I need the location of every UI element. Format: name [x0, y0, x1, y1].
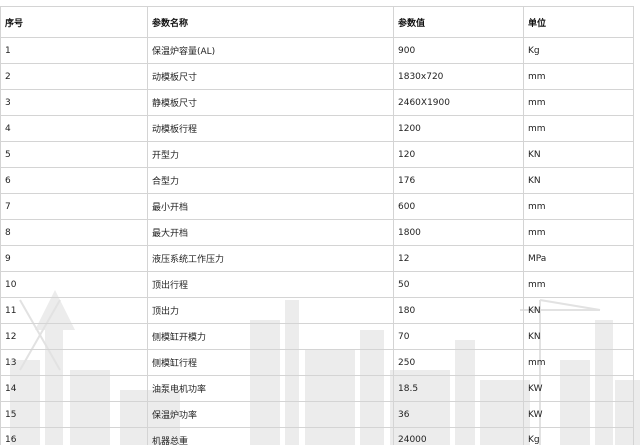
cell-parameter-value: 900 — [393, 37, 524, 64]
cell-parameter-value: 24000 — [393, 427, 524, 445]
cell-parameter-value: 2460X1900 — [393, 89, 524, 116]
cell-parameter-name: 开型力 — [147, 141, 394, 168]
cell-parameter-value: 12 — [393, 245, 524, 272]
cell-parameter-name: 动模板行程 — [147, 115, 394, 142]
cell-unit: mm — [523, 219, 634, 246]
cell-parameter-name: 最小开档 — [147, 193, 394, 220]
cell-parameter-value: 1200 — [393, 115, 524, 142]
cell-parameter-name: 侧模缸开模力 — [147, 323, 394, 350]
cell-parameter-value: 18.5 — [393, 375, 524, 402]
cell-unit: KW — [523, 375, 634, 402]
cell-unit: KN — [523, 167, 634, 194]
cell-parameter-value: 50 — [393, 271, 524, 298]
cell-index: 12 — [0, 323, 148, 350]
cell-parameter-name: 侧模缸行程 — [147, 349, 394, 376]
cell-parameter-name: 保温炉容量(AL) — [147, 37, 394, 64]
table-row: 1 保温炉容量(AL) 900 Kg — [0, 37, 634, 64]
cell-parameter-name: 最大开档 — [147, 219, 394, 246]
cell-parameter-name: 保温炉功率 — [147, 401, 394, 428]
cell-parameter-value: 600 — [393, 193, 524, 220]
table-row: 12 侧模缸开模力 70 KN — [0, 323, 634, 350]
cell-unit: KN — [523, 297, 634, 324]
cell-index: 3 — [0, 89, 148, 116]
cell-index: 9 — [0, 245, 148, 272]
cell-index: 10 — [0, 271, 148, 298]
cell-unit: Kg — [523, 427, 634, 445]
cell-unit: mm — [523, 349, 634, 376]
table-row: 8 最大开档 1800 mm — [0, 219, 634, 246]
table-row: 13 侧模缸行程 250 mm — [0, 349, 634, 376]
cell-parameter-value: 36 — [393, 401, 524, 428]
cell-unit: mm — [523, 193, 634, 220]
cell-index: 1 — [0, 37, 148, 64]
cell-parameter-value: 250 — [393, 349, 524, 376]
cell-parameter-name: 顶出行程 — [147, 271, 394, 298]
cell-index: 5 — [0, 141, 148, 168]
header-unit: 单位 — [523, 6, 634, 38]
cell-index: 8 — [0, 219, 148, 246]
cell-index: 11 — [0, 297, 148, 324]
cell-parameter-value: 1800 — [393, 219, 524, 246]
cell-parameter-name: 油泵电机功率 — [147, 375, 394, 402]
table-row: 10 顶出行程 50 mm — [0, 271, 634, 298]
cell-unit: mm — [523, 271, 634, 298]
header-parameter-name: 参数名称 — [147, 6, 394, 38]
cell-parameter-value: 176 — [393, 167, 524, 194]
header-parameter-value: 参数值 — [393, 6, 524, 38]
table-row: 14 油泵电机功率 18.5 KW — [0, 375, 634, 402]
cell-unit: mm — [523, 115, 634, 142]
cell-index: 2 — [0, 63, 148, 90]
cell-parameter-value: 1830x720 — [393, 63, 524, 90]
table-row: 2 动模板尺寸 1830x720 mm — [0, 63, 634, 90]
cell-unit: Kg — [523, 37, 634, 64]
table-header-row: 序号 参数名称 参数值 单位 — [0, 6, 634, 38]
parameter-table: 序号 参数名称 参数值 单位 1 保温炉容量(AL) 900 Kg 2 动模板尺… — [0, 6, 634, 445]
table-row: 11 顶出力 180 KN — [0, 297, 634, 324]
cell-parameter-name: 动模板尺寸 — [147, 63, 394, 90]
cell-unit: mm — [523, 63, 634, 90]
cell-parameter-value: 180 — [393, 297, 524, 324]
cell-parameter-name: 液压系统工作压力 — [147, 245, 394, 272]
header-index: 序号 — [0, 6, 148, 38]
table-row: 5 开型力 120 KN — [0, 141, 634, 168]
table-row: 7 最小开档 600 mm — [0, 193, 634, 220]
cell-unit: KN — [523, 141, 634, 168]
cell-index: 13 — [0, 349, 148, 376]
cell-unit: MPa — [523, 245, 634, 272]
table-row: 16 机器总重 24000 Kg — [0, 427, 634, 445]
cell-unit: KW — [523, 401, 634, 428]
cell-index: 7 — [0, 193, 148, 220]
cell-parameter-value: 70 — [393, 323, 524, 350]
cell-parameter-name: 合型力 — [147, 167, 394, 194]
cell-index: 6 — [0, 167, 148, 194]
table-row: 3 静模板尺寸 2460X1900 mm — [0, 89, 634, 116]
table-row: 4 动模板行程 1200 mm — [0, 115, 634, 142]
table-row: 15 保温炉功率 36 KW — [0, 401, 634, 428]
cell-parameter-name: 静模板尺寸 — [147, 89, 394, 116]
cell-parameter-value: 120 — [393, 141, 524, 168]
table-row: 9 液压系统工作压力 12 MPa — [0, 245, 634, 272]
cell-index: 16 — [0, 427, 148, 445]
table-row: 6 合型力 176 KN — [0, 167, 634, 194]
cell-parameter-name: 顶出力 — [147, 297, 394, 324]
cell-unit: KN — [523, 323, 634, 350]
cell-index: 14 — [0, 375, 148, 402]
cell-index: 4 — [0, 115, 148, 142]
cell-unit: mm — [523, 89, 634, 116]
cell-parameter-name: 机器总重 — [147, 427, 394, 445]
cell-index: 15 — [0, 401, 148, 428]
